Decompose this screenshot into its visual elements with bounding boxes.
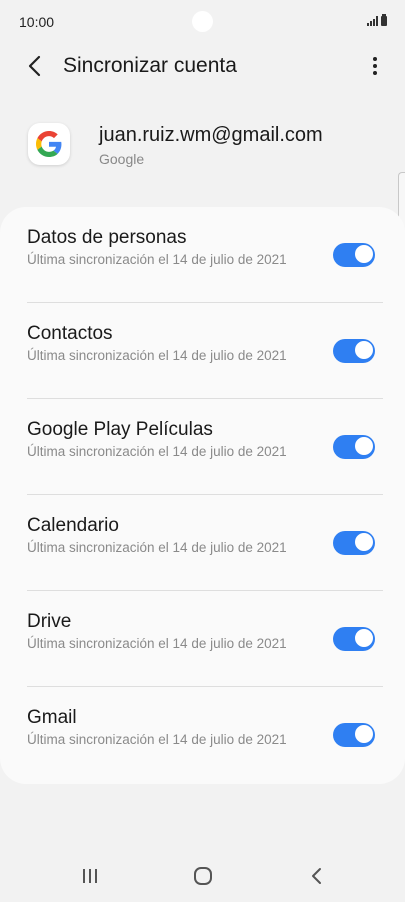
sync-item-google-play-peliculas[interactable]: Google Play Películas Última sincronizac…	[0, 399, 405, 495]
sync-toggle[interactable]	[333, 339, 375, 363]
sync-item-status: Última sincronización el 14 de julio de …	[27, 252, 287, 267]
chevron-left-icon	[28, 55, 41, 77]
sync-item-calendario[interactable]: Calendario Última sincronización el 14 d…	[0, 495, 405, 591]
sync-item-status: Última sincronización el 14 de julio de …	[27, 348, 287, 363]
app-bar: Sincronizar cuenta	[0, 44, 405, 88]
sync-toggle[interactable]	[333, 435, 375, 459]
sync-list: Datos de personas Última sincronización …	[0, 207, 405, 784]
sync-item-contactos[interactable]: Contactos Última sincronización el 14 de…	[0, 303, 405, 399]
sync-toggle[interactable]	[333, 723, 375, 747]
sync-toggle[interactable]	[333, 243, 375, 267]
sync-item-label: Calendario	[27, 515, 119, 536]
sync-item-datos-de-personas[interactable]: Datos de personas Última sincronización …	[0, 207, 405, 303]
home-button[interactable]	[188, 864, 218, 888]
navigation-bar	[0, 850, 405, 902]
toggle-knob	[354, 724, 374, 744]
back-icon	[312, 868, 321, 884]
sync-item-label: Drive	[27, 611, 72, 632]
toggle-knob	[354, 532, 374, 552]
sync-item-status: Última sincronización el 14 de julio de …	[27, 540, 287, 555]
sync-toggle[interactable]	[333, 531, 375, 555]
camera-cutout	[192, 11, 213, 32]
recents-icon	[83, 869, 97, 883]
more-options-button[interactable]	[367, 52, 383, 80]
sync-item-label: Datos de personas	[27, 227, 187, 248]
toggle-knob	[354, 628, 374, 648]
sync-item-label: Gmail	[27, 707, 77, 728]
more-vert-icon	[373, 57, 377, 75]
sync-item-status: Última sincronización el 14 de julio de …	[27, 636, 287, 651]
sync-item-status: Última sincronización el 14 de julio de …	[27, 444, 287, 459]
signal-icon	[367, 16, 378, 26]
back-nav-button[interactable]	[302, 864, 332, 888]
toggle-knob	[354, 436, 374, 456]
system-icons	[367, 14, 387, 26]
sync-item-status: Última sincronización el 14 de julio de …	[27, 732, 287, 747]
back-button[interactable]	[22, 52, 50, 80]
status-bar: 10:00	[0, 0, 405, 44]
home-icon	[194, 867, 212, 885]
status-time: 10:00	[19, 14, 55, 30]
battery-icon	[381, 14, 387, 26]
sync-item-label: Google Play Películas	[27, 419, 213, 440]
toggle-knob	[354, 340, 374, 360]
sync-item-gmail[interactable]: Gmail Última sincronización el 14 de jul…	[0, 687, 405, 783]
sync-toggle[interactable]	[333, 627, 375, 651]
sync-item-drive[interactable]: Drive Última sincronización el 14 de jul…	[0, 591, 405, 687]
account-header: juan.ruiz.wm@gmail.com Google	[0, 112, 405, 182]
toggle-knob	[354, 244, 374, 264]
sync-item-label: Contactos	[27, 323, 113, 344]
recents-button[interactable]	[75, 864, 105, 888]
account-provider: Google	[99, 151, 145, 167]
google-logo-icon	[28, 123, 70, 165]
account-email: juan.ruiz.wm@gmail.com	[99, 124, 323, 146]
page-title: Sincronizar cuenta	[63, 54, 237, 77]
